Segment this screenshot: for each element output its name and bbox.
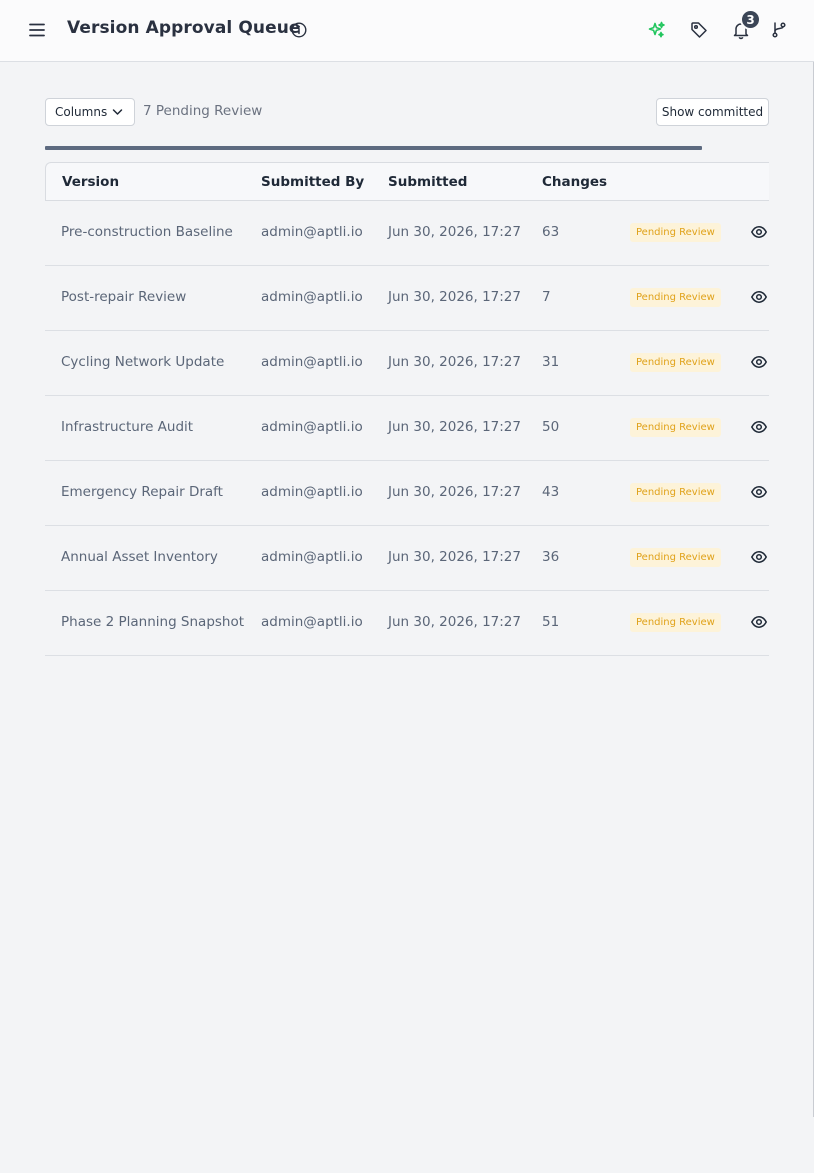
changes-count: 31 (542, 354, 560, 370)
submitted-by: admin@aptli.io (261, 614, 363, 630)
table-body: Pre-construction Baseline admin@aptli.io… (45, 201, 769, 656)
versions-table: Version Submitted By Submitted Changes P… (45, 162, 769, 656)
submitted-date: Jun 30, 2026, 17:27 (388, 224, 521, 240)
eye-icon[interactable] (750, 288, 768, 306)
version-name: Phase 2 Planning Snapshot (61, 614, 245, 630)
submitted-by: admin@aptli.io (261, 419, 363, 435)
changes-count: 43 (542, 484, 560, 500)
changes-count: 7 (542, 289, 551, 305)
table-row[interactable]: Post-repair Review admin@aptli.io Jun 30… (45, 266, 769, 331)
submitted-date: Jun 30, 2026, 17:27 (388, 419, 521, 435)
version-name: Pre-construction Baseline (61, 224, 233, 240)
version-name: Infrastructure Audit (61, 419, 194, 435)
table-row[interactable]: Cycling Network Update admin@aptli.io Ju… (45, 331, 769, 396)
eye-icon[interactable] (750, 613, 768, 631)
page-title: Version Approval Queue (67, 18, 301, 38)
top-bar: Version Approval Queue 3 (0, 0, 814, 62)
status-badge: Pending Review (630, 353, 721, 372)
table-row[interactable]: Pre-construction Baseline admin@aptli.io… (45, 201, 769, 266)
changes-count: 51 (542, 614, 560, 630)
eye-icon[interactable] (750, 418, 768, 436)
loading-bar (45, 146, 702, 150)
submitted-by: admin@aptli.io (261, 484, 363, 500)
submitted-date: Jun 30, 2026, 17:27 (388, 614, 521, 630)
chevron-down-icon (112, 109, 123, 115)
table-row[interactable]: Phase 2 Planning Snapshot admin@aptli.io… (45, 591, 769, 656)
table-row[interactable]: Annual Asset Inventory admin@aptli.io Ju… (45, 526, 769, 591)
changes-count: 63 (542, 224, 560, 240)
status-badge: Pending Review (630, 483, 721, 502)
submitted-date: Jun 30, 2026, 17:27 (388, 289, 521, 305)
changes-count: 36 (542, 549, 560, 565)
branch-icon[interactable] (769, 20, 789, 40)
column-header-submitted-by[interactable]: Submitted By (261, 174, 364, 190)
column-header-submitted[interactable]: Submitted (388, 174, 467, 190)
version-name: Post-repair Review (61, 289, 187, 305)
status-badge: Pending Review (630, 613, 721, 632)
status-badge: Pending Review (630, 223, 721, 242)
version-name: Annual Asset Inventory (61, 549, 218, 565)
eye-icon[interactable] (750, 483, 768, 501)
version-name: Cycling Network Update (61, 354, 225, 370)
sparkle-icon[interactable] (647, 20, 667, 40)
columns-button[interactable]: Columns (45, 98, 135, 126)
eye-icon[interactable] (750, 548, 768, 566)
status-badge: Pending Review (630, 548, 721, 567)
eye-icon[interactable] (750, 223, 768, 241)
notification-badge: 3 (740, 9, 761, 30)
table-row[interactable]: Emergency Repair Draft admin@aptli.io Ju… (45, 461, 769, 526)
version-name: Emergency Repair Draft (61, 484, 223, 500)
submitted-by: admin@aptli.io (261, 224, 363, 240)
submitted-by: admin@aptli.io (261, 289, 363, 305)
column-header-changes[interactable]: Changes (542, 174, 607, 190)
status-badge: Pending Review (630, 288, 721, 307)
table-header: Version Submitted By Submitted Changes (45, 162, 769, 201)
changes-count: 50 (542, 419, 560, 435)
status-badge: Pending Review (630, 418, 721, 437)
show-committed-button[interactable]: Show committed (656, 98, 769, 126)
submitted-date: Jun 30, 2026, 17:27 (388, 484, 521, 500)
eye-icon[interactable] (750, 353, 768, 371)
pending-count: 7 Pending Review (143, 103, 263, 119)
submitted-date: Jun 30, 2026, 17:27 (388, 354, 521, 370)
tag-icon[interactable] (689, 20, 709, 40)
menu-icon[interactable] (27, 20, 47, 40)
table-row[interactable]: Infrastructure Audit admin@aptli.io Jun … (45, 396, 769, 461)
columns-button-label: Columns (55, 105, 108, 119)
submitted-by: admin@aptli.io (261, 354, 363, 370)
submitted-by: admin@aptli.io (261, 549, 363, 565)
column-header-version[interactable]: Version (62, 174, 119, 190)
submitted-date: Jun 30, 2026, 17:27 (388, 549, 521, 565)
info-icon[interactable] (290, 21, 308, 39)
